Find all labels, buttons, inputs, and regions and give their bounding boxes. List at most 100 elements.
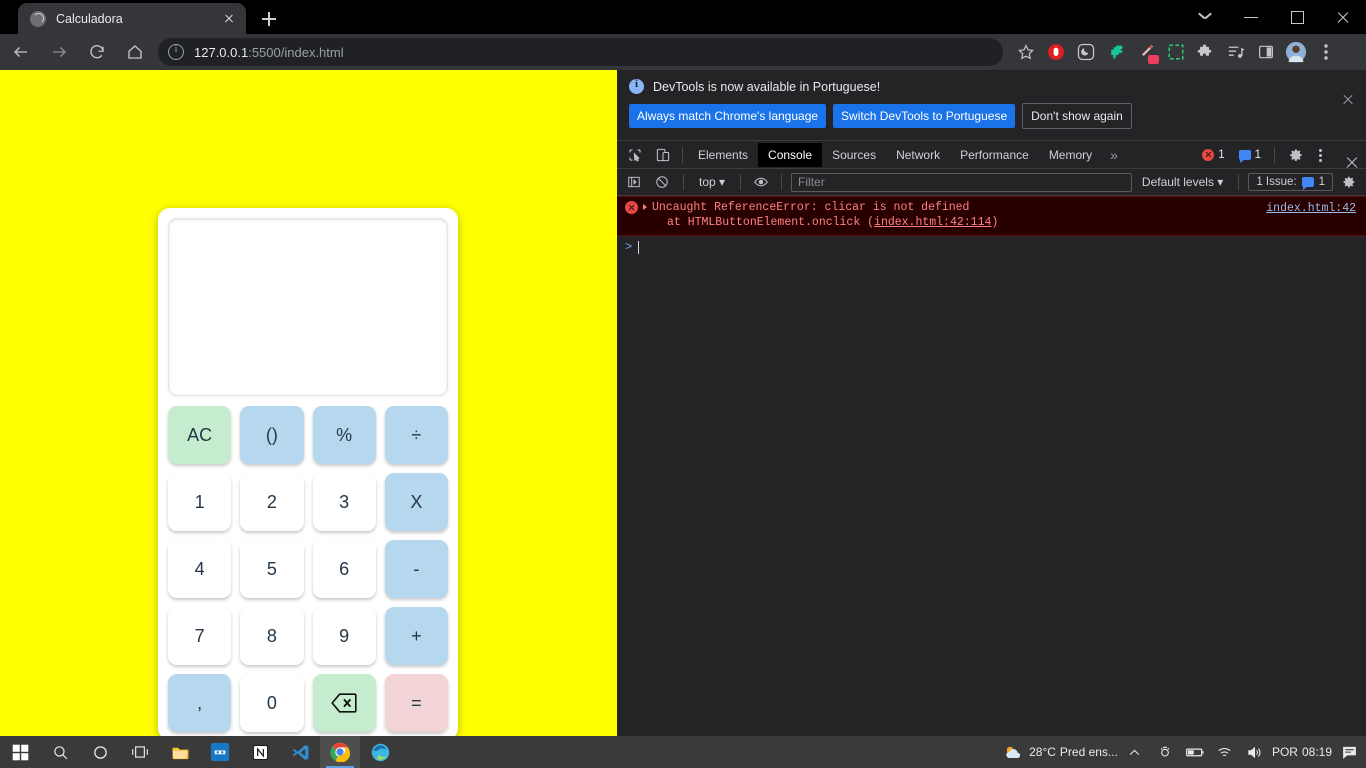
error-source-link[interactable]: index.html:42 <box>1266 201 1356 216</box>
profile-avatar[interactable] <box>1281 38 1311 66</box>
wand-extension-icon[interactable] <box>1131 38 1161 66</box>
error-count-badge[interactable]: 1 <box>1196 147 1230 163</box>
minimize-button[interactable] <box>1228 0 1274 34</box>
tab-console[interactable]: Console <box>758 142 823 167</box>
chrome-menu-icon[interactable] <box>1311 38 1341 66</box>
calc-key-digit-8[interactable]: 8 <box>240 607 304 665</box>
notion-icon[interactable] <box>240 736 280 768</box>
screenshot-extension-icon[interactable] <box>1161 38 1191 66</box>
new-tab-button[interactable] <box>256 6 282 32</box>
tab-sources[interactable]: Sources <box>822 143 886 167</box>
calc-key-all-clear[interactable]: AC <box>168 406 232 464</box>
devtools-more-options-icon[interactable] <box>1312 147 1328 163</box>
stack-link[interactable]: index.html:42:114 <box>874 216 991 229</box>
inspect-element-icon[interactable] <box>621 142 649 168</box>
calc-key-digit-6[interactable]: 6 <box>312 540 376 598</box>
console-prompt[interactable]: > <box>617 236 1366 258</box>
calc-key-digit-5[interactable]: 5 <box>240 540 304 598</box>
task-view-icon[interactable] <box>120 736 160 768</box>
bookmark-star-icon[interactable] <box>1011 38 1041 66</box>
console-filter-input[interactable] <box>791 172 1132 192</box>
maximize-button[interactable] <box>1274 0 1320 34</box>
language-indicator[interactable]: POR <box>1272 745 1298 759</box>
tab-network[interactable]: Network <box>886 143 950 167</box>
volume-icon[interactable] <box>1242 736 1268 768</box>
info-circle-icon[interactable] <box>168 44 184 60</box>
live-expression-eye-icon[interactable] <box>750 171 772 193</box>
clock[interactable]: 08:19 <box>1302 745 1332 759</box>
levels-label: Default levels <box>1141 175 1214 189</box>
battery-icon[interactable] <box>1182 736 1208 768</box>
calc-key-label: 6 <box>339 558 350 579</box>
tab-performance[interactable]: Performance <box>950 143 1039 167</box>
show-hidden-icons-chevron-up-icon[interactable] <box>1122 736 1148 768</box>
calc-key-digit-0[interactable]: 0 <box>240 674 304 732</box>
tab-elements[interactable]: Elements <box>688 143 758 167</box>
adblock-icon[interactable] <box>1041 38 1071 66</box>
calc-key-digit-7[interactable]: 7 <box>168 607 232 665</box>
console-output[interactable]: Uncaught ReferenceError: clicar is not d… <box>617 196 1366 676</box>
calc-key-divide[interactable]: ÷ <box>384 406 448 464</box>
issues-badge[interactable]: 1 Issue: 1 <box>1248 173 1333 191</box>
calc-key-equals[interactable]: = <box>384 674 448 732</box>
console-settings-gear-icon[interactable] <box>1337 171 1361 193</box>
wifi-icon[interactable] <box>1212 736 1238 768</box>
console-sidebar-toggle-icon[interactable] <box>622 171 646 193</box>
browser-tab[interactable]: Calculadora <box>18 3 246 34</box>
calc-key-parentheses[interactable]: () <box>240 406 304 464</box>
execution-context-selector[interactable]: top ▾ <box>693 173 731 191</box>
vscode-icon[interactable] <box>280 736 320 768</box>
start-icon[interactable] <box>0 736 40 768</box>
search-icon[interactable] <box>40 736 80 768</box>
side-panel-icon[interactable] <box>1251 38 1281 66</box>
message-count-badge[interactable]: 1 <box>1233 147 1267 163</box>
weather-icon[interactable] <box>999 736 1025 768</box>
tab-memory[interactable]: Memory <box>1039 143 1102 167</box>
devtools-close-icon[interactable] <box>1330 142 1358 168</box>
edge-icon[interactable] <box>360 736 400 768</box>
close-icon[interactable] <box>1340 92 1356 108</box>
file-explorer-icon[interactable] <box>160 736 200 768</box>
back-arrow-icon[interactable] <box>4 38 38 66</box>
devtools-settings-gear-icon[interactable] <box>1282 142 1310 168</box>
console-error-entry[interactable]: Uncaught ReferenceError: clicar is not d… <box>617 196 1366 236</box>
puzzle-extensions-icon[interactable] <box>1191 38 1221 66</box>
home-icon[interactable] <box>118 38 152 66</box>
switch-to-portuguese-button[interactable]: Switch DevTools to Portuguese <box>833 104 1016 128</box>
chrome-icon[interactable] <box>320 736 360 768</box>
blue-app-icon[interactable] <box>200 736 240 768</box>
calc-key-digit-3[interactable]: 3 <box>312 473 376 531</box>
always-match-language-button[interactable]: Always match Chrome's language <box>629 104 827 128</box>
calc-key-minus[interactable]: - <box>384 540 448 598</box>
calc-key-plus[interactable]: + <box>384 607 448 665</box>
calc-key-backspace[interactable] <box>312 674 376 732</box>
notification-icon[interactable] <box>1336 736 1362 768</box>
tab-search-chevron-down-icon[interactable] <box>1182 0 1228 34</box>
more-tabs-chevron-icon[interactable]: » <box>1102 147 1126 163</box>
address-bar[interactable]: 127.0.0.1:5500/index.html <box>158 38 1003 66</box>
device-toolbar-icon[interactable] <box>649 142 677 168</box>
calc-key-digit-2[interactable]: 2 <box>240 473 304 531</box>
dont-show-again-button[interactable]: Don't show again <box>1022 103 1132 129</box>
dino-extension-icon[interactable] <box>1101 38 1131 66</box>
camera-icon[interactable] <box>1152 736 1178 768</box>
system-tray: 28°C Pred ens... POR 08:19 <box>999 736 1366 768</box>
forward-arrow-icon[interactable] <box>42 38 76 66</box>
calculator-display[interactable] <box>168 218 448 396</box>
calc-key-digit-9[interactable]: 9 <box>312 607 376 665</box>
cortana-icon[interactable] <box>80 736 120 768</box>
dark-reader-icon[interactable] <box>1071 38 1101 66</box>
calc-key-digit-1[interactable]: 1 <box>168 473 232 531</box>
log-levels-selector[interactable]: Default levels ▾ <box>1136 173 1229 191</box>
close-icon[interactable] <box>220 10 238 28</box>
calc-key-percent[interactable]: % <box>312 406 376 464</box>
calc-key-digit-4[interactable]: 4 <box>168 540 232 598</box>
clear-console-icon[interactable] <box>650 171 674 193</box>
url-host: 127.0.0.1 <box>194 44 249 60</box>
calc-key-decimal-comma[interactable]: , <box>168 674 232 732</box>
close-window-button[interactable] <box>1320 0 1366 34</box>
reading-list-icon[interactable] <box>1221 38 1251 66</box>
calc-key-multiply[interactable]: X <box>384 473 448 531</box>
reload-icon[interactable] <box>80 38 114 66</box>
expand-triangle-icon[interactable] <box>643 204 647 210</box>
